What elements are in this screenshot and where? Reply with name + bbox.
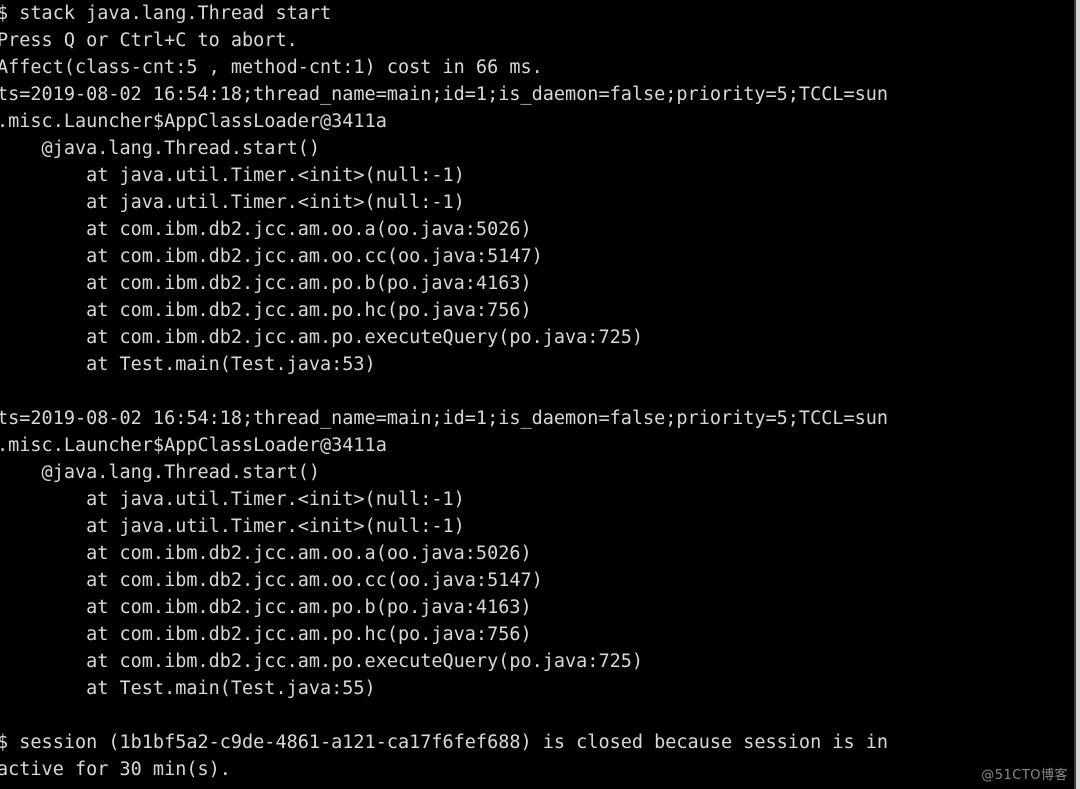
terminal-line: at com.ibm.db2.jcc.am.oo.cc(oo.java:5147… xyxy=(0,570,543,591)
terminal-window: $ stack java.lang.Thread start Press Q or… xyxy=(0,0,1080,789)
watermark: @51CTO博客 xyxy=(981,768,1068,783)
terminal-line: active for 30 min(s). xyxy=(0,759,231,780)
terminal-line: at java.util.Timer.<init>(null:-1) xyxy=(0,192,465,213)
terminal-line: @java.lang.Thread.start() xyxy=(0,462,321,483)
terminal-line: ts=2019-08-02 16:54:18;thread_name=main;… xyxy=(0,408,889,429)
terminal-line: at com.ibm.db2.jcc.am.oo.a(oo.java:5026) xyxy=(0,219,532,240)
terminal-line: .misc.Launcher$AppClassLoader@3411a xyxy=(0,435,387,456)
terminal-line: ts=2019-08-02 16:54:18;thread_name=main;… xyxy=(0,84,889,105)
terminal-line: $ session (1b1bf5a2-c9de-4861-a121-ca17f… xyxy=(0,732,889,753)
terminal-line: at Test.main(Test.java:55) xyxy=(0,678,376,699)
terminal-line: @java.lang.Thread.start() xyxy=(0,138,321,159)
terminal-output[interactable]: $ stack java.lang.Thread start Press Q or… xyxy=(0,0,1080,789)
terminal-line: Affect(class-cnt:5 , method-cnt:1) cost … xyxy=(0,57,543,78)
terminal-line: at com.ibm.db2.jcc.am.po.b(po.java:4163) xyxy=(0,597,532,618)
terminal-line: at java.util.Timer.<init>(null:-1) xyxy=(0,165,465,186)
terminal-line: at com.ibm.db2.jcc.am.po.hc(po.java:756) xyxy=(0,300,532,321)
terminal-line: at com.ibm.db2.jcc.am.oo.cc(oo.java:5147… xyxy=(0,246,543,267)
terminal-line: at java.util.Timer.<init>(null:-1) xyxy=(0,516,465,537)
terminal-line: at com.ibm.db2.jcc.am.oo.a(oo.java:5026) xyxy=(0,543,532,564)
terminal-line: at com.ibm.db2.jcc.am.po.executeQuery(po… xyxy=(0,651,644,672)
terminal-line: at com.ibm.db2.jcc.am.po.b(po.java:4163) xyxy=(0,273,532,294)
terminal-line: at com.ibm.db2.jcc.am.po.executeQuery(po… xyxy=(0,327,644,348)
terminal-line: $ stack java.lang.Thread start xyxy=(0,3,332,24)
terminal-line: at com.ibm.db2.jcc.am.po.hc(po.java:756) xyxy=(0,624,532,645)
terminal-line: at Test.main(Test.java:53) xyxy=(0,354,376,375)
terminal-line: .misc.Launcher$AppClassLoader@3411a xyxy=(0,111,387,132)
terminal-line: at java.util.Timer.<init>(null:-1) xyxy=(0,489,465,510)
terminal-line: Press Q or Ctrl+C to abort. xyxy=(0,30,298,51)
window-right-border xyxy=(1076,0,1080,789)
